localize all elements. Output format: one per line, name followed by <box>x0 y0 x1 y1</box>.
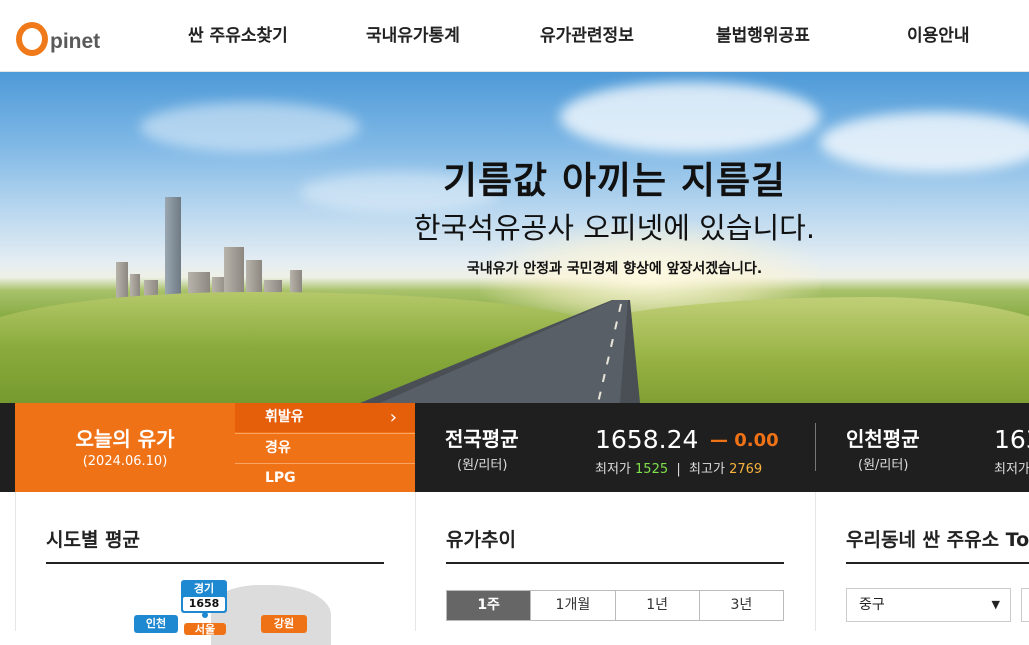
hero-tagline: 국내유가 안정과 국민경제 향상에 앞장서겠습니다. <box>466 261 763 277</box>
nav-item-guide[interactable]: 이용안내 <box>907 21 970 46</box>
tab-gasoline-label: 휘발유 <box>265 409 304 425</box>
region-map: 경기 1658 인천 서울 강원 <box>116 577 336 645</box>
chevron-right-icon: › <box>389 407 397 428</box>
tab-diesel[interactable]: 경유 <box>235 433 415 462</box>
title-underline <box>446 562 784 564</box>
nav-item-oil-info[interactable]: 유가관련정보 <box>540 21 634 46</box>
period-tabs: 1주 1개월 1년 3년 <box>446 590 784 621</box>
min-label: 최저가 <box>595 462 631 477</box>
regional-average: 인천평균 (원/리터) 163 최저가 <box>816 403 1029 492</box>
district-select-value: 중구 <box>859 597 885 613</box>
region-gangwon[interactable]: 강원 <box>261 615 307 633</box>
change-dash-icon: — <box>710 430 728 451</box>
logo-text: pinet <box>50 30 101 53</box>
today-price-title: 오늘의 유가 <box>75 427 175 451</box>
national-average-value: 1658.24 <box>595 425 699 454</box>
min-max-separator: | <box>676 462 681 477</box>
hero-subtitle: 한국석유공사 오피넷에 있습니다. <box>413 211 816 245</box>
region-seoul[interactable]: 서울 <box>184 623 226 636</box>
logo-o-mark <box>16 22 48 56</box>
tab-1-week[interactable]: 1주 <box>447 591 531 620</box>
hero-title: 기름값 아끼는 지름길 <box>442 159 787 202</box>
national-average-label: 전국평균 <box>445 427 519 451</box>
neighborhood-top-panel: 우리동네 싼 주유소 Top 중구 ▼ <box>815 492 1029 631</box>
hero-banner: 기름값 아끼는 지름길 한국석유공사 오피넷에 있습니다. 국내유가 안정과 국… <box>0 72 1029 403</box>
region-average-panel: 시도별 평균 경기 1658 인천 서울 강원 <box>15 492 415 645</box>
national-min-max: 최저가 1525 | 최고가 2769 <box>595 458 762 477</box>
nav-item-domestic-stats[interactable]: 국내유가통계 <box>366 21 460 46</box>
fuel-type-tabs: 휘발유 › 경유 LPG <box>235 403 415 492</box>
regional-average-value: 163 <box>994 425 1029 454</box>
max-value: 2769 <box>729 462 763 477</box>
tab-lpg[interactable]: LPG <box>235 463 415 492</box>
price-trend-title: 유가추이 <box>446 529 516 551</box>
today-price-box: 오늘의 유가 (2024.06.10) <box>15 403 235 492</box>
site-header: pinet 싼 주유소찾기 국내유가통계 유가관련정보 불법행위공표 이용안내 <box>0 0 1029 72</box>
title-underline <box>846 562 1029 564</box>
regional-average-unit: (원/리터) <box>858 458 909 473</box>
caret-down-icon: ▼ <box>991 598 1000 611</box>
secondary-select[interactable] <box>1021 588 1029 622</box>
title-underline <box>46 562 384 564</box>
change-value: 0.00 <box>734 430 779 451</box>
nav-item-illegal-disclosure[interactable]: 불법행위공표 <box>716 21 810 46</box>
tab-1-year[interactable]: 1년 <box>614 591 699 620</box>
district-select[interactable]: 중구 ▼ <box>846 588 1011 622</box>
region-average-title: 시도별 평균 <box>46 529 141 551</box>
map-pin-icon <box>202 612 208 618</box>
national-average-unit: (원/리터) <box>457 458 508 473</box>
region-gyeonggi-name: 경기 <box>193 582 215 595</box>
today-price-date: (2024.06.10) <box>82 454 168 469</box>
opinet-logo[interactable]: pinet <box>16 12 100 56</box>
regional-min-label: 최저가 <box>994 462 1029 477</box>
today-price-bar: 오늘의 유가 (2024.06.10) 휘발유 › 경유 LPG 전국평균 (원… <box>0 403 1029 492</box>
tab-gasoline[interactable]: 휘발유 › <box>235 403 415 432</box>
main-nav: 싼 주유소찾기 국내유가통계 유가관련정보 불법행위공표 이용안내 <box>150 0 1029 72</box>
national-average: 전국평균 (원/리터) 1658.24 — 0.00 최저가 1525 | 최고… <box>415 403 815 492</box>
tab-3-years[interactable]: 3년 <box>698 591 783 620</box>
region-incheon[interactable]: 인천 <box>134 615 178 633</box>
regional-average-label: 인천평균 <box>846 427 920 451</box>
price-trend-panel: 유가추이 1주 1개월 1년 3년 <box>415 492 815 631</box>
region-gyeonggi-value: 1658 <box>183 597 225 611</box>
nav-item-cheap-station[interactable]: 싼 주유소찾기 <box>188 21 288 46</box>
min-value: 1525 <box>635 462 669 477</box>
info-panels: 시도별 평균 경기 1658 인천 서울 강원 유가추이 1주 1개월 1년 3… <box>0 492 1029 645</box>
region-gyeonggi[interactable]: 경기 1658 <box>181 580 227 613</box>
tab-1-month[interactable]: 1개월 <box>530 591 614 620</box>
max-label: 최고가 <box>689 462 725 477</box>
national-average-change: — 0.00 <box>710 430 779 451</box>
neighborhood-top-title: 우리동네 싼 주유소 Top <box>846 529 1029 551</box>
